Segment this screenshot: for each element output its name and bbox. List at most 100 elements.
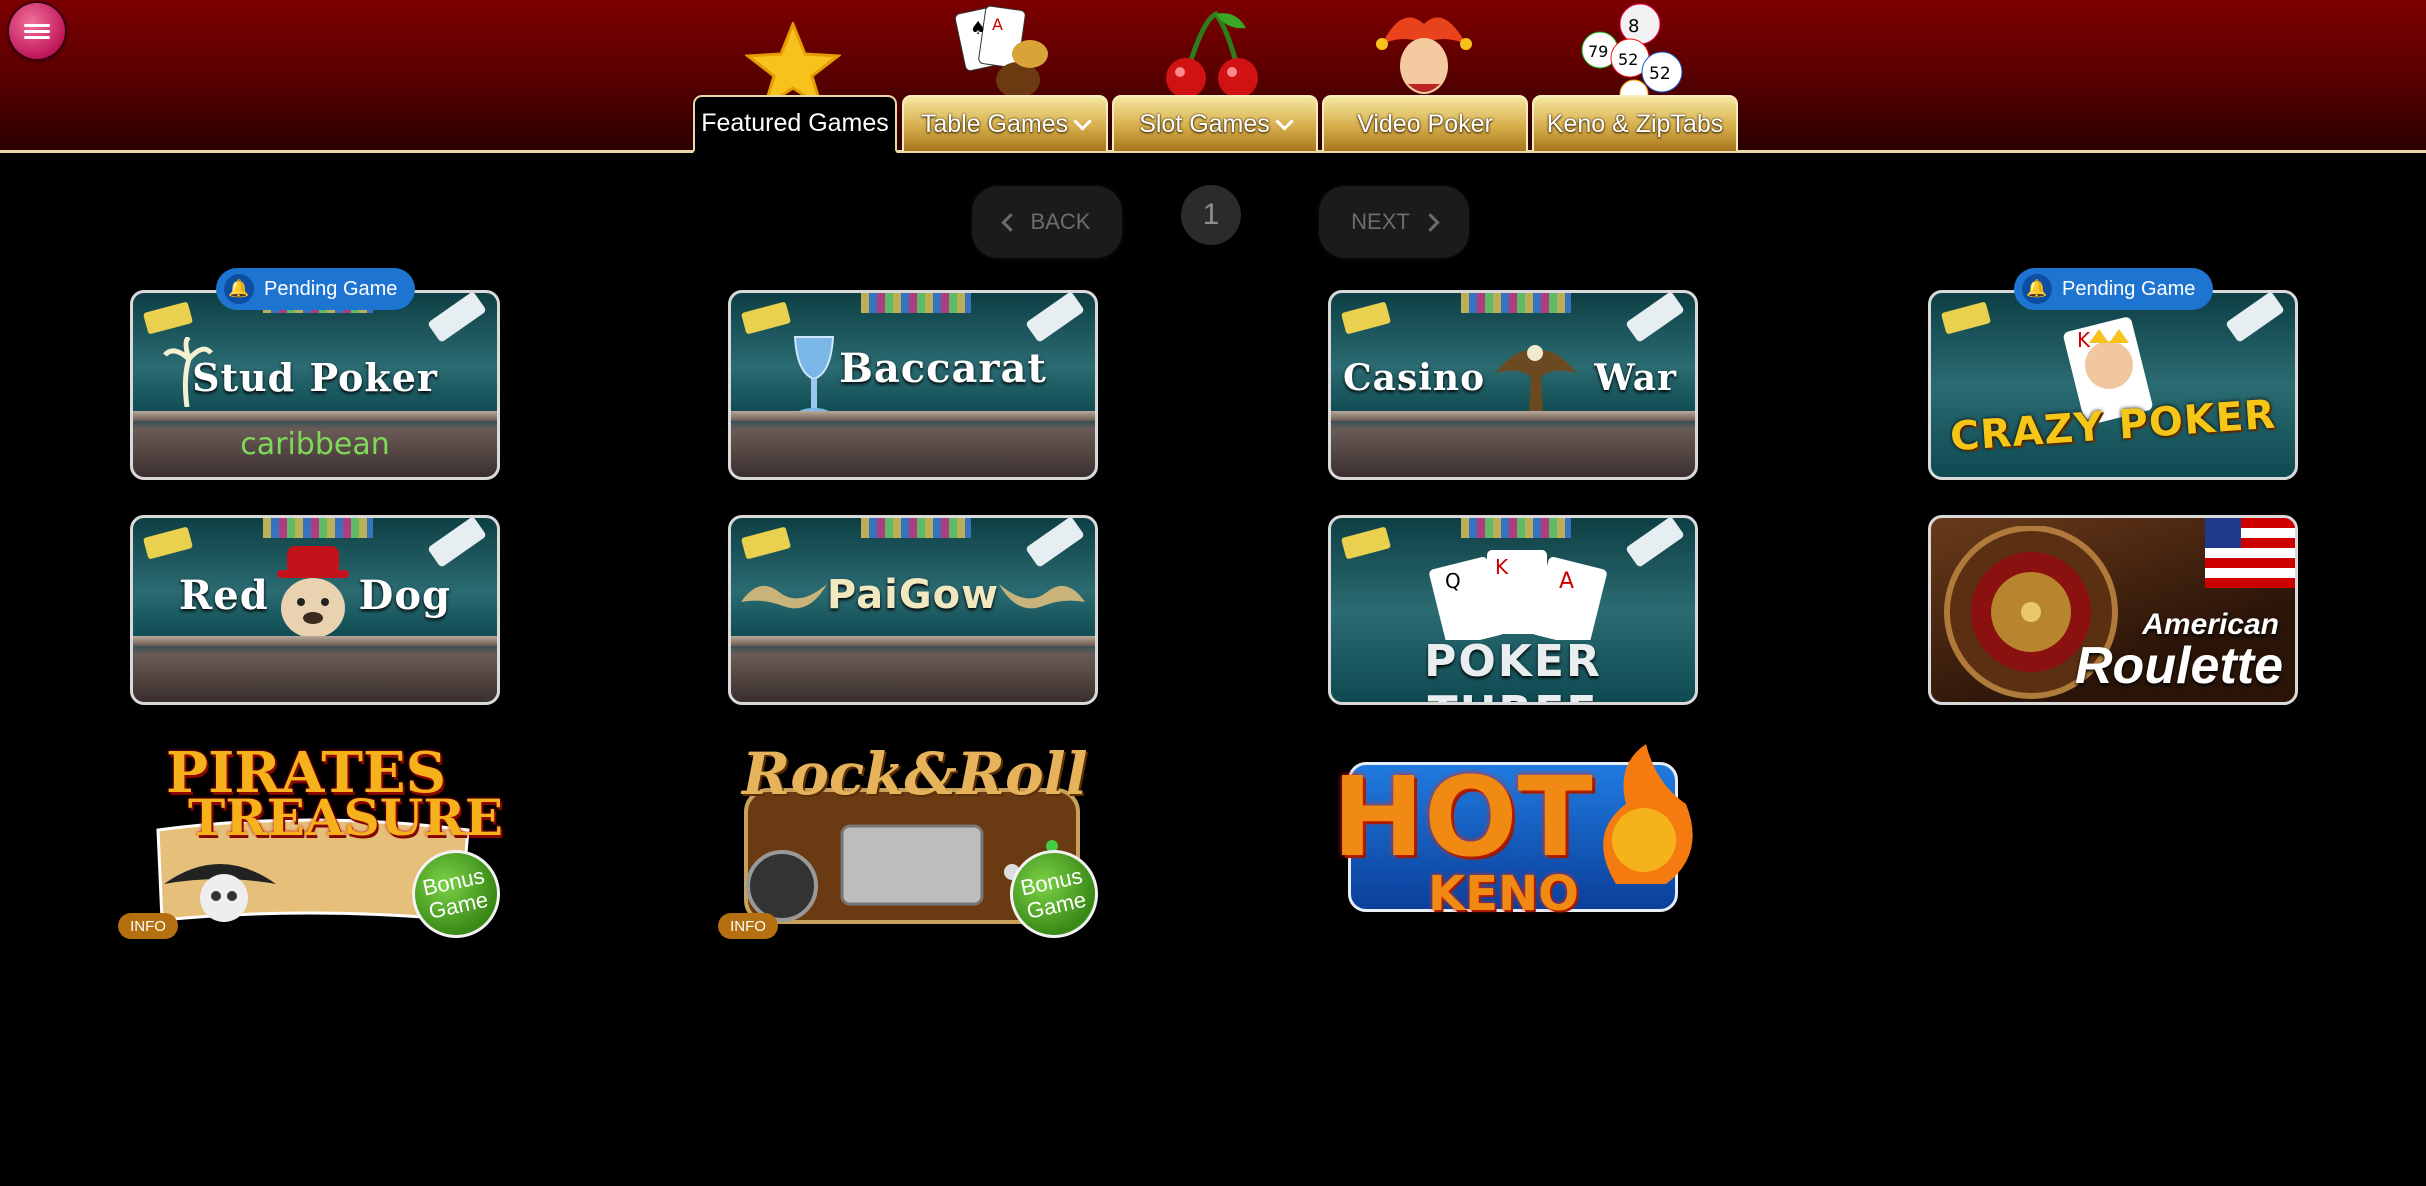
jester-icon [1376,17,1472,94]
game-tile-rock-and-roll[interactable]: Rock&Roll Bonus Game [728,740,1107,947]
game-tile-american-roulette[interactable]: American Roulette [1928,515,2298,705]
card-image [1340,301,1392,335]
card-image [740,301,792,335]
card-image [142,301,194,335]
hamburger-menu-icon [24,21,50,42]
three-cards-image: Q K A [1429,550,1607,640]
svg-text:52: 52 [1618,50,1638,69]
game-tile-stud-poker[interactable]: Stud Poker caribbean [130,290,500,480]
back-label: BACK [1030,209,1091,234]
game-title-line2: TREASURE [188,788,504,847]
card-shoe-image [427,293,487,343]
card-image [740,526,792,560]
tab-label: Video Poker [1357,109,1493,138]
tab-featured-games[interactable]: Featured Games [693,95,897,153]
svg-text:8: 8 [1628,16,1639,37]
dragon-right-icon [999,584,1085,609]
game-title: POKER THREE [1424,636,1602,702]
tab-label: Slot Games [1139,109,1270,138]
skull-icon [164,864,276,922]
chevron-down-icon [1275,111,1294,131]
tab-label: Table Games [920,109,1069,138]
card-shoe-image [1025,293,1085,343]
main-menu-button[interactable] [9,3,65,59]
info-label: INFO [730,917,766,935]
info-button[interactable]: INFO [718,913,778,939]
svg-text:K: K [1495,555,1509,579]
chip-rack-image [1461,293,1571,313]
svg-text:A: A [992,15,1003,34]
card-shoe-image [1625,293,1685,343]
next-button[interactable]: NEXT [1319,186,1469,258]
tab-keno-ziptabs[interactable]: Keno & ZipTabs [1532,95,1738,151]
flaming-ball-icon [1603,744,1693,884]
card-image [142,526,194,560]
card-shoe-image [2225,293,2285,343]
table-rail [731,411,1095,421]
game-title: Baccarat [839,345,1047,392]
game-title: Rock&Roll [742,740,1088,808]
game-tile-pirates-treasure[interactable]: PIRATES TREASURE Bonus Game [130,740,509,947]
tab-table-games[interactable]: Table Games [902,95,1108,151]
game-tile-pai-gow[interactable]: PaiGow [728,515,1098,705]
chevron-right-icon [1421,212,1440,232]
game-tile-red-dog[interactable]: Red Dog [130,515,500,705]
chevron-left-icon [1000,212,1020,232]
next-label: NEXT [1351,209,1410,234]
bonus-label: Bonus Game [1018,863,1089,924]
chip-rack-image [263,518,373,538]
game-title-right: War [1594,357,1677,399]
info-label: INFO [130,917,166,935]
current-page-indicator: 1 [1181,185,1241,245]
game-title-left: Casino [1343,357,1486,399]
game-tile-hot-keno[interactable]: HOT KENO [1328,740,1698,930]
card-shoe-image [1025,518,1085,568]
table-rail [1331,411,1695,421]
game-subtitle: caribbean [240,427,390,462]
playing-cards-icon: ♠ A [954,5,1048,98]
game-tile-poker-three[interactable]: Q K A POKER THREE [1328,515,1698,705]
bonus-label: Bonus Game [420,863,491,924]
card-image [1340,526,1392,560]
tab-video-poker[interactable]: Video Poker [1322,95,1528,151]
badge-label: Pending Game [2062,277,2196,300]
svg-text:♠: ♠ [970,18,986,39]
svg-text:52: 52 [1649,64,1671,84]
game-title-line1: HOT [1332,753,1593,881]
us-flag-image [2205,518,2295,588]
table-rail [731,636,1095,646]
game-tile-casino-war[interactable]: Casino War [1328,290,1698,480]
tab-label: Keno & ZipTabs [1546,109,1724,138]
top-navigation-bar: ♠ A 8 79 52 52 Featured Games Table Game… [0,0,2426,153]
chip-rack-image [861,518,971,538]
game-title-right: Dog [358,572,451,619]
table-rail [133,636,497,646]
badge-label: Pending Game [264,277,398,300]
back-button[interactable]: BACK [972,186,1122,258]
chip-rack-image [1461,518,1571,538]
svg-text:79: 79 [1588,42,1608,61]
chip-rack-image [861,293,971,313]
tab-slot-games[interactable]: Slot Games [1112,95,1318,151]
info-button[interactable]: INFO [118,913,178,939]
table-rail [133,411,497,421]
pending-game-badge: 🔔 Pending Game [216,268,416,310]
bingo-balls-icon: 8 79 52 52 [1581,3,1683,106]
tab-label: Featured Games [701,109,889,137]
svg-text:Q: Q [1445,569,1461,593]
svg-text:A: A [1559,569,1574,594]
bell-icon: 🔔 [224,274,254,304]
card-shoe-image [1625,518,1685,568]
card-shoe-image [427,518,487,568]
game-tile-crazy-poker[interactable]: K CRAZY POKER [1928,290,2298,480]
bulldog-icon [277,546,349,638]
pending-game-badge: 🔔 Pending Game [2014,268,2214,310]
game-tile-baccarat[interactable]: Baccarat [728,290,1098,480]
bell-icon: 🔔 [2022,274,2052,304]
eagle-icon [1495,345,1577,411]
chevron-down-icon [1073,111,1092,131]
game-title-left: Red [179,572,269,619]
svg-text:K: K [2077,328,2091,352]
card-image [1940,301,1992,335]
cherries-icon [1166,10,1258,98]
